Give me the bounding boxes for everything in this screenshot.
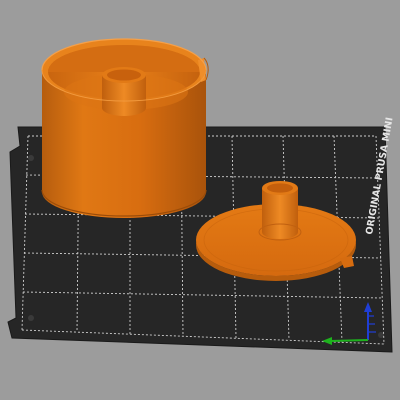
spool-cylinder-model[interactable] (41, 38, 209, 218)
3d-viewport[interactable]: ORIGINAL PRUSA MINI (0, 0, 400, 400)
